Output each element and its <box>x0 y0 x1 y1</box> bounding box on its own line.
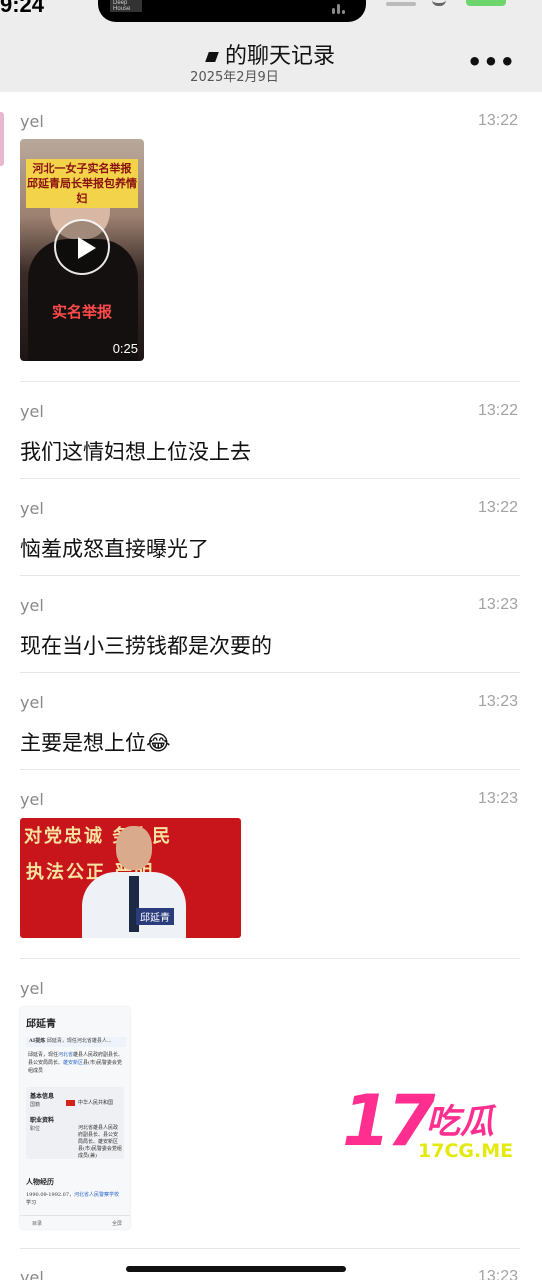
doc-body: 邱延青，现任河北省雄县人民政府副县长、县公安局局长、雄安新区县(市)民警委会党组… <box>28 1051 126 1075</box>
doc-position-value: 河北省雄县人民政府副县长、县公安局局长、雄安新区县(市)民警委会党组成员(兼) <box>78 1125 122 1159</box>
doc-basic-info: 基本信息 <box>30 1093 55 1100</box>
image-thumbnail[interactable]: 对党忠诚 务人民 执法公正 严明 邱延青 <box>20 818 241 938</box>
message-divider <box>20 478 520 479</box>
video-caption-line2: 邱延青局长举报包养情妇 <box>27 177 137 205</box>
doc-link[interactable]: 雄安新区 <box>63 1060 83 1066</box>
doc-position-key: 职位 <box>30 1126 41 1132</box>
chat-date: 2025年2月9日 <box>190 70 279 85</box>
battery-icon <box>466 0 506 6</box>
sender-name: yel <box>20 112 44 131</box>
play-icon[interactable] <box>54 219 110 275</box>
doc-link[interactable]: 河北省人民警察学校 <box>74 1192 119 1198</box>
dynamic-island: Deep House <box>98 0 366 22</box>
document-screenshot[interactable]: 邱延青 AI提炼 邱延青，现任河北省雄县人... 邱延青，现任河北省雄县人民政府… <box>20 1007 130 1229</box>
chat-message: yel 13:23 现在当小三捞钱都是次要的 <box>20 596 520 666</box>
message-divider <box>20 575 520 576</box>
home-indicator[interactable] <box>126 1266 346 1272</box>
doc-history-title: 人物经历 <box>26 1177 54 1186</box>
doc-nationality-key: 国籍 <box>30 1102 41 1108</box>
doc-history-suffix: 学习 <box>26 1200 37 1206</box>
message-divider <box>20 381 520 382</box>
chat-message: yel 13:22 我们这情妇想上位没上去 <box>20 402 520 472</box>
doc-footer: 目录 全屏 <box>20 1215 130 1229</box>
image-person: 邱延青 <box>82 826 186 938</box>
doc-info-box: 基本信息 国籍 中华人民共和国 职业资料 职位 河北省雄县人民政府副县长、县公安… <box>26 1087 124 1159</box>
chat-message: yel 13:22 恼羞成怒直接曝光了 <box>20 499 520 569</box>
message-text: 主要是想上位😂 <box>20 727 171 757</box>
more-horizontal-icon[interactable]: ••• <box>467 48 516 76</box>
china-flag-icon <box>66 1100 75 1106</box>
sender-name: yel <box>20 596 44 615</box>
message-time: 13:23 <box>477 596 518 613</box>
music-album-art: Deep House <box>110 0 142 12</box>
watermark-chinese: 吃瓜 <box>426 1102 494 1142</box>
cursor-icon <box>205 52 219 62</box>
doc-nationality-value: 中华人民共和国 <box>78 1100 114 1106</box>
sender-name: yel <box>20 499 44 518</box>
sender-name: yel <box>20 693 44 712</box>
site-watermark: 17 吃瓜 17CG.ME <box>342 1084 532 1166</box>
message-text: 我们这情妇想上位没上去 <box>20 440 251 464</box>
sender-name: yel <box>20 1268 44 1280</box>
message-divider <box>20 958 520 959</box>
message-time: 13:23 <box>477 693 518 710</box>
message-time: 13:23 <box>477 790 518 807</box>
message-time: 13:23 <box>477 1268 518 1280</box>
message-text: 恼羞成怒直接曝光了 <box>20 537 209 561</box>
laughing-emoji-icon: 😂 <box>146 731 171 755</box>
doc-ai-summary: AI提炼 邱延青，现任河北省雄县人... <box>26 1037 126 1047</box>
sender-name: yel <box>20 790 44 809</box>
video-caption: 河北一女子实名举报 邱延青局长举报包养情妇 <box>26 159 138 208</box>
chat-history-header: 的聊天记录 2025年2月9日 ••• <box>0 30 542 92</box>
chat-message: yel 13:22 河北一女子实名举报 邱延青局长举报包养情妇 实名举报 0:2… <box>20 112 520 372</box>
message-time: 13:22 <box>477 499 518 516</box>
audio-wave-icon <box>332 2 348 14</box>
signal-icon <box>386 2 416 6</box>
video-duration: 0:25 <box>112 341 138 356</box>
doc-ai-label: AI提炼 <box>29 1038 46 1044</box>
message-time: 13:22 <box>477 112 518 129</box>
doc-toc-button[interactable]: 目录 <box>32 1220 42 1227</box>
video-thumbnail[interactable]: 河北一女子实名举报 邱延青局长举报包养情妇 实名举报 0:25 <box>20 139 144 361</box>
chat-message: yel 13:23 主要是想上位😂 <box>20 693 520 763</box>
message-divider <box>20 672 520 673</box>
doc-title: 邱延青 <box>26 1019 56 1030</box>
sender-name: yel <box>20 979 44 998</box>
status-time: 9:24 <box>0 0 45 17</box>
doc-fullscreen-button[interactable]: 全屏 <box>112 1220 122 1227</box>
watermark-url: 17CG.ME <box>418 1140 514 1162</box>
sender-name: yel <box>20 402 44 421</box>
message-time: 13:22 <box>477 402 518 419</box>
image-nameplate: 邱延青 <box>136 908 174 925</box>
doc-body-prefix: 邱延青，现任 <box>28 1052 59 1058</box>
video-overlay-label: 实名举报 <box>51 303 112 321</box>
message-divider <box>20 1248 520 1249</box>
doc-link[interactable]: 河北省 <box>58 1052 73 1058</box>
doc-ai-text: 邱延青，现任河北省雄县人... <box>46 1038 112 1044</box>
doc-history-period: 1990.09-1992.07， <box>26 1192 75 1198</box>
message-text-body: 主要是想上位 <box>20 731 146 755</box>
status-bar: 9:24 Deep House <box>0 0 542 30</box>
message-divider <box>20 769 520 770</box>
message-text: 现在当小三捞钱都是次要的 <box>20 634 272 658</box>
image-person-head <box>116 826 152 870</box>
wifi-icon <box>432 0 446 6</box>
chat-message: yel 13:23 对党忠诚 务人民 执法公正 严明 邱延青 <box>20 790 520 950</box>
doc-position-section: 职业资料 <box>30 1117 55 1124</box>
doc-history-text: 1990.09-1992.07，河北省人民警察学校学习 <box>26 1191 126 1207</box>
video-caption-line1: 河北一女子实名举报 <box>32 162 132 175</box>
avatar <box>0 112 4 166</box>
